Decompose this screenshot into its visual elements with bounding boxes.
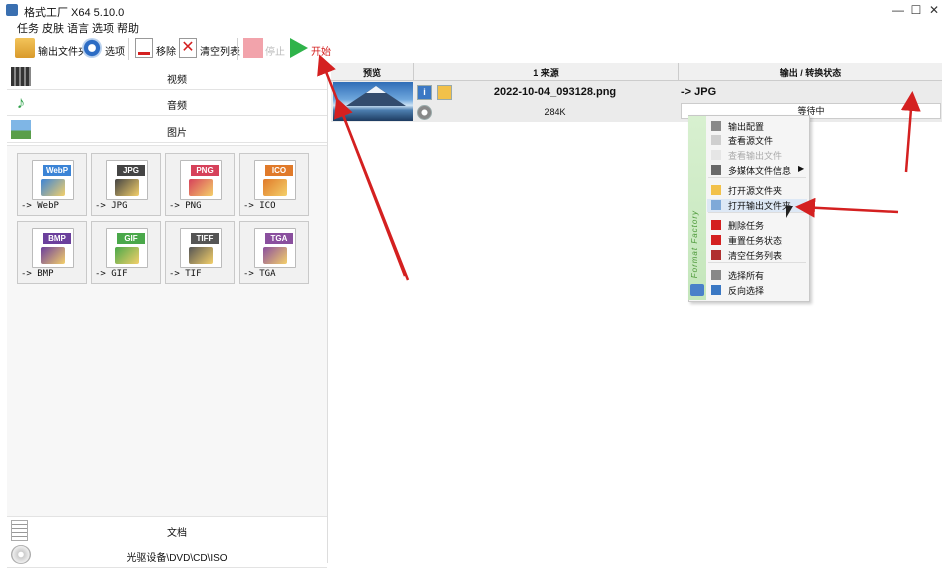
arrow-to-output-status	[900, 91, 921, 173]
arrow-to-open-output-folder	[795, 197, 899, 218]
annotation-arrows	[317, 54, 921, 281]
arrow-to-preview	[334, 97, 407, 277]
